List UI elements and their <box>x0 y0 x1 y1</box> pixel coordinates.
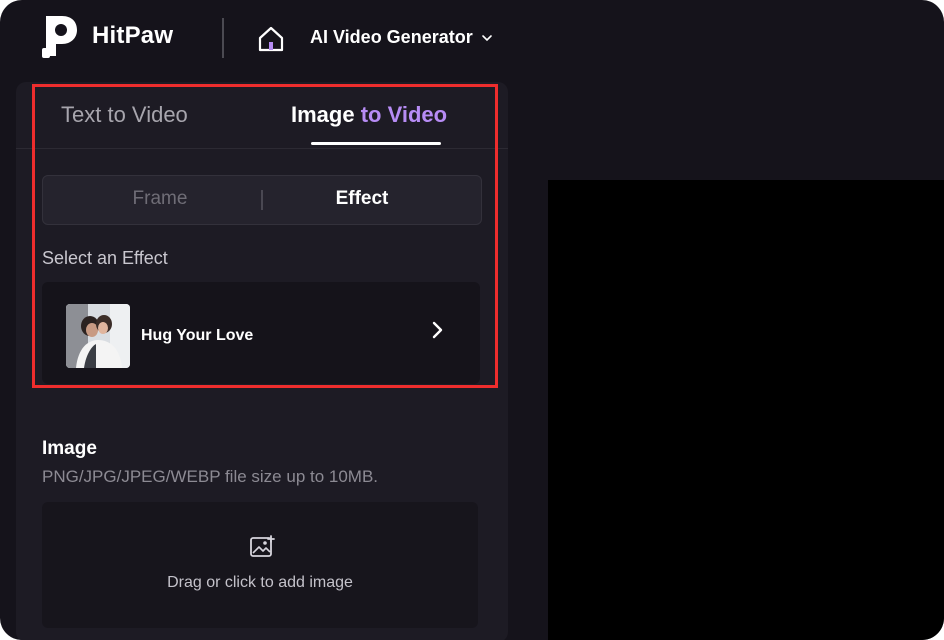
tab-text-to-video[interactable]: Text to Video <box>61 102 188 128</box>
mode-tabs: Text to Video Image to Video <box>16 82 508 149</box>
product-name: AI Video Generator <box>310 27 473 47</box>
left-panel: Text to Video Image to Video Frame Effec… <box>16 82 508 640</box>
segment-divider <box>261 190 263 210</box>
effect-selector[interactable]: Hug Your Love <box>42 282 480 384</box>
home-icon[interactable] <box>257 25 285 53</box>
frame-effect-toggle: Frame Effect <box>42 175 482 225</box>
effect-name: Hug Your Love <box>141 327 254 344</box>
tab-image-to-video-accent: to Video <box>360 102 448 127</box>
header: HitPaw AI Video Generator <box>0 0 944 80</box>
chevron-down-icon <box>481 34 492 41</box>
tab-image-to-video[interactable]: Image to Video <box>291 102 447 128</box>
effect-thumbnail <box>66 304 130 368</box>
image-format-hint: PNG/JPG/JPEG/WEBP file size up to 10MB. <box>42 467 379 486</box>
active-tab-indicator <box>311 142 441 145</box>
effect-thumbnail-image <box>66 304 130 368</box>
image-section-label: Image <box>42 438 97 459</box>
brand-name: HitPaw <box>92 22 174 49</box>
video-preview-area <box>548 180 944 640</box>
select-effect-label: Select an Effect <box>42 248 168 268</box>
chevron-right-icon <box>432 321 443 339</box>
product-dropdown[interactable]: AI Video Generator <box>310 27 493 48</box>
segment-effect[interactable]: Effect <box>277 188 447 210</box>
segment-frame[interactable]: Frame <box>43 188 277 210</box>
image-add-icon <box>250 535 275 557</box>
app-window: HitPaw AI Video Generator Text to Video … <box>0 0 944 640</box>
tab-image-to-video-word: Image <box>291 102 355 127</box>
image-dropzone[interactable]: Drag or click to add image <box>42 502 478 628</box>
hitpaw-logo-icon[interactable] <box>40 12 80 60</box>
dropzone-text: Drag or click to add image <box>167 574 353 591</box>
header-divider <box>222 18 224 58</box>
